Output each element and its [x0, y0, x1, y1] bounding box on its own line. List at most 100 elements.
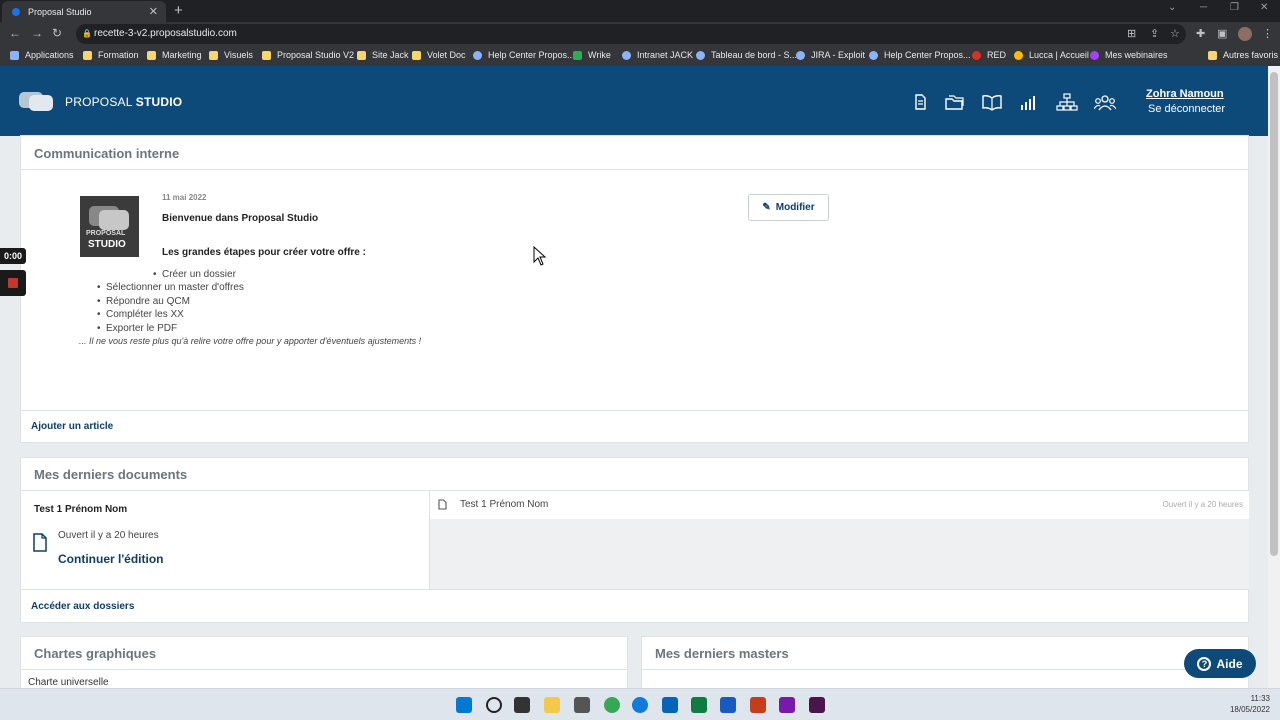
bookmark-icon [696, 50, 705, 60]
bookmark-item[interactable]: Marketing [147, 50, 202, 60]
bookmark-item[interactable]: RED [972, 50, 1006, 60]
divider [21, 669, 627, 670]
article-image-text-1: PROPOSAL [86, 230, 126, 237]
access-folders-link[interactable]: Accéder aux dossiers [31, 601, 134, 612]
menu-icon[interactable]: ⋮ [1262, 27, 1273, 40]
app-logo-text[interactable]: PROPOSAL STUDIO [65, 95, 182, 109]
translate-icon[interactable]: ⊞ [1127, 27, 1136, 40]
bookmark-item[interactable]: Site Jack [357, 50, 409, 60]
bookmark-item[interactable]: Tableau de bord - S... [696, 50, 797, 60]
bookmark-item[interactable]: Mes webinaires [1090, 50, 1168, 60]
bookmark-label: Visuels [224, 50, 253, 60]
org-chart-icon[interactable] [1056, 93, 1078, 111]
bookmark-item[interactable]: JIRA - Exploit [796, 50, 865, 60]
edge-icon[interactable] [632, 697, 648, 713]
logo-icon[interactable] [19, 92, 55, 112]
slack-icon[interactable] [809, 697, 825, 713]
clock-time: 11:33 [1250, 694, 1270, 703]
browser-toolbar: ← → ↻ 🔒 recette-3-v2.proposalstudio.com … [0, 22, 1280, 46]
add-article-link[interactable]: Ajouter un article [31, 421, 113, 432]
folder-icon [357, 50, 366, 60]
file-icon [438, 499, 447, 510]
divider [642, 669, 1248, 670]
lock-icon: 🔒 [82, 29, 92, 38]
tab-search-icon[interactable]: ⌄ [1168, 2, 1176, 13]
bookmark-item[interactable]: Intranet JACK [622, 50, 693, 60]
minimize-icon[interactable]: ─ [1200, 2, 1207, 13]
article-step: Répondre au QCM [97, 296, 190, 307]
word-icon[interactable] [720, 697, 736, 713]
address-bar[interactable]: 🔒 recette-3-v2.proposalstudio.com [76, 24, 1186, 44]
help-button[interactable]: ? Aide [1184, 649, 1256, 678]
powerpoint-icon[interactable] [750, 697, 766, 713]
list-item[interactable]: Test 1 Prénom Nom Ouvert il y a 20 heure… [430, 491, 1249, 519]
system-clock[interactable]: 11:33 18/05/2022 [1230, 693, 1270, 715]
profile-avatar[interactable] [1238, 27, 1252, 41]
share-icon[interactable]: ⇪ [1150, 27, 1159, 40]
search-icon[interactable] [486, 697, 502, 713]
stop-recording-button[interactable] [0, 270, 26, 296]
bookmark-item[interactable]: Visuels [209, 50, 253, 60]
sidepanel-icon[interactable]: ▣ [1217, 27, 1227, 40]
folder-icon [412, 50, 421, 60]
article-step: Compléter les XX [97, 309, 184, 320]
bookmark-label: Autres favoris [1223, 50, 1279, 60]
modify-label: Modifier [775, 202, 815, 213]
folders-icon[interactable] [943, 93, 965, 111]
user-name-link[interactable]: Zohra Namoun [1146, 88, 1224, 100]
bookmark-icon [1014, 50, 1023, 60]
featured-document-name[interactable]: Test 1 Prénom Nom [34, 504, 127, 515]
close-tab-icon[interactable]: ✕ [149, 5, 158, 18]
bookmark-icon [473, 50, 482, 60]
scrollbar-thumb[interactable] [1270, 72, 1278, 556]
browser-tab[interactable]: Proposal Studio ✕ [2, 1, 166, 22]
page-scrollbar[interactable] [1268, 66, 1280, 688]
bookmark-item[interactable]: Applications [10, 50, 74, 60]
article-image-text-2: STUDIO [88, 239, 126, 250]
article-date: 11 mai 2022 [162, 193, 207, 202]
forward-icon[interactable]: → [31, 26, 43, 40]
bookmark-label: Proposal Studio V2 [277, 50, 355, 60]
bookmark-item[interactable]: Volet Doc [412, 50, 466, 60]
charts-panel: Chartes graphiques Charte universelle [20, 636, 628, 696]
bookmark-label: JIRA - Exploit [811, 50, 866, 60]
outlook-icon[interactable] [662, 697, 678, 713]
onenote-icon[interactable] [779, 697, 795, 713]
new-tab-icon[interactable]: + [174, 2, 183, 19]
start-icon[interactable] [456, 697, 472, 713]
browser-tab-bar: Proposal Studio ✕ + ⌄ ─ ❐ ✕ [0, 0, 1280, 22]
bookmark-item[interactable]: Wrike [573, 50, 611, 60]
snipping-tool-icon[interactable] [574, 697, 590, 713]
article-step: Sélectionner un master d'offres [97, 282, 244, 293]
bookmark-item[interactable]: Help Center Propos... [473, 50, 575, 60]
document-icon[interactable] [909, 93, 931, 111]
chart-item[interactable]: Charte universelle [28, 677, 109, 688]
stats-icon[interactable] [1018, 93, 1040, 111]
logout-link[interactable]: Se déconnecter [1148, 103, 1225, 115]
bookmark-item[interactable]: Formation [83, 50, 139, 60]
bookmark-label: Tableau de bord - S... [711, 50, 798, 60]
logo-word-2: STUDIO [135, 95, 183, 109]
bookmark-icon [10, 50, 19, 60]
chrome-icon[interactable] [604, 697, 620, 713]
bookmark-item[interactable]: Help Center Propos... [869, 50, 971, 60]
modify-button[interactable]: ✎ Modifier [748, 194, 829, 221]
bookmark-icon [1090, 50, 1099, 60]
bookmark-item[interactable]: Proposal Studio V2 [262, 50, 354, 60]
file-explorer-icon[interactable] [544, 697, 560, 713]
reload-icon[interactable]: ↻ [52, 26, 62, 40]
extensions-icon[interactable]: ✚ [1196, 27, 1205, 40]
team-icon[interactable] [1094, 93, 1116, 111]
bookmark-star-icon[interactable]: ☆ [1170, 27, 1180, 40]
back-icon[interactable]: ← [9, 26, 21, 40]
close-window-icon[interactable]: ✕ [1260, 2, 1268, 13]
book-icon[interactable] [981, 93, 1003, 111]
excel-icon[interactable] [691, 697, 707, 713]
bookmark-item[interactable]: Lucca | Accueil [1014, 50, 1089, 60]
continue-editing-link[interactable]: Continuer l'édition [58, 552, 164, 566]
folder-icon [147, 50, 156, 60]
task-view-icon[interactable] [514, 697, 530, 713]
bookmark-label: Volet Doc [427, 50, 466, 60]
bookmark-item[interactable]: Autres favoris [1208, 50, 1278, 60]
restore-icon[interactable]: ❐ [1230, 2, 1239, 13]
